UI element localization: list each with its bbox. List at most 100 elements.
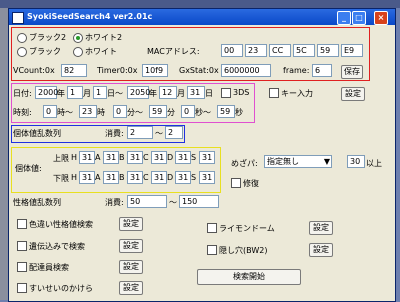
start-month-input[interactable]: 1 xyxy=(67,86,83,99)
close-button[interactable]: × xyxy=(374,11,388,25)
comet-shard-settings-button[interactable]: 設定 xyxy=(119,281,143,295)
hour-unit-1: 時～ xyxy=(57,108,73,117)
day-unit-2: 日 xyxy=(205,89,213,98)
start-day-input[interactable]: 1 xyxy=(93,86,107,99)
hidden-power-min[interactable]: 30 xyxy=(347,155,365,168)
start-year-input[interactable]: 2000 xyxy=(35,86,58,99)
iv-consume-to[interactable]: 2 xyxy=(165,126,183,139)
delivery-checkbox[interactable] xyxy=(17,262,27,272)
pid-consume-from[interactable]: 50 xyxy=(127,195,167,208)
end-year-input[interactable]: 2050 xyxy=(127,86,150,99)
iv-lower-input-b[interactable]: 31 xyxy=(127,171,143,184)
iv-upper-stat-label-b: B xyxy=(119,153,125,162)
inheritance-settings-button[interactable]: 設定 xyxy=(119,239,143,253)
minute-unit-1: 分～ xyxy=(127,108,143,117)
iv-upper-stat-label-d: D xyxy=(167,153,174,162)
end-minute-input[interactable]: 59 xyxy=(149,105,167,118)
repair-checkbox[interactable] xyxy=(231,178,241,188)
radio-white[interactable] xyxy=(73,47,83,57)
start-minute-input[interactable]: 0 xyxy=(113,105,127,118)
timer0-input[interactable]: 10f9 xyxy=(142,64,168,77)
iv-upper-input-h[interactable]: 31 xyxy=(79,151,95,164)
frame-input[interactable]: 6 xyxy=(312,64,332,77)
iv-upper-stat-label-c: C xyxy=(143,153,149,162)
pid-consume-to[interactable]: 150 xyxy=(179,195,219,208)
iv-upper-input-b[interactable]: 31 xyxy=(127,151,143,164)
iv-label: 個体値: xyxy=(15,164,42,173)
radio-white2[interactable] xyxy=(73,33,83,43)
iv-lower-input-s[interactable]: 31 xyxy=(199,171,215,184)
iv-upper-input-c[interactable]: 31 xyxy=(151,151,167,164)
mac-field-3[interactable]: CC xyxy=(269,44,291,57)
shiny-search-settings-button[interactable]: 設定 xyxy=(119,217,143,231)
iv-lower-input-c[interactable]: 31 xyxy=(151,171,167,184)
start-hour-input[interactable]: 0 xyxy=(43,105,57,118)
start-second-input[interactable]: 0 xyxy=(181,105,195,118)
3ds-checkbox[interactable] xyxy=(221,88,231,98)
hidden-hollow-checkbox[interactable] xyxy=(207,245,217,255)
iv-consume-from[interactable]: 2 xyxy=(127,126,153,139)
key-input-checkbox[interactable] xyxy=(269,88,279,98)
app-window: SyokiSeedSearch4 ver2.01c _ □ × ブラック 2 ホワ… xyxy=(8,8,396,302)
mac-field-5[interactable]: 59 xyxy=(317,44,339,57)
hidden-power-value: 指定無し xyxy=(267,157,299,166)
iv-upper-stat-label-s: S xyxy=(191,153,197,162)
search-start-button[interactable]: 検索開始 xyxy=(197,269,301,285)
maximize-button[interactable]: □ xyxy=(352,11,366,25)
iv-lower-stat-label-s: S xyxy=(191,173,197,182)
iv-consume-tilde: ～ xyxy=(155,129,163,138)
vcount-input[interactable]: 82 xyxy=(61,64,87,77)
iv-lower-input-h[interactable]: 31 xyxy=(79,171,95,184)
window-title: SyokiSeedSearch4 ver2.01c xyxy=(27,12,153,21)
save-button[interactable]: 保存 xyxy=(341,65,363,79)
mac-field-4[interactable]: 5C xyxy=(293,44,315,57)
date-label: 日付: xyxy=(13,89,32,98)
comet-shard-checkbox[interactable] xyxy=(17,283,27,293)
pid-consume-label: 消費: xyxy=(105,198,124,207)
delivery-settings-button[interactable]: 設定 xyxy=(119,260,143,274)
radio-white-label: ホワイト xyxy=(85,47,117,56)
minimize-button[interactable]: _ xyxy=(337,11,351,25)
hidden-power-select[interactable]: 指定無し ▼ xyxy=(264,155,332,168)
iv-sequence-label: 個体値乱数列 xyxy=(13,129,61,138)
vcount-label: VCount:0x xyxy=(13,66,55,75)
iv-consume-label: 消費: xyxy=(105,129,124,138)
iv-upper-stat-label-a: A xyxy=(95,153,101,162)
end-hour-input[interactable]: 23 xyxy=(79,105,97,118)
join-avenue-checkbox[interactable] xyxy=(207,223,217,233)
gxstat-input[interactable]: 6000000 xyxy=(221,64,271,77)
month-unit-1: 月 xyxy=(83,89,91,98)
second-unit-2: 秒 xyxy=(235,108,243,117)
radio-black2[interactable] xyxy=(17,33,27,43)
shiny-search-checkbox[interactable] xyxy=(17,219,27,229)
radio-white2-label: ホワイト2 xyxy=(85,33,123,42)
gxstat-label: GxStat:0x xyxy=(179,66,219,75)
join-avenue-settings-button[interactable]: 設定 xyxy=(309,221,333,235)
iv-upper-input-a[interactable]: 31 xyxy=(103,151,119,164)
radio-black[interactable] xyxy=(17,47,27,57)
end-second-input[interactable]: 59 xyxy=(217,105,235,118)
pid-sequence-label: 性格値乱数列 xyxy=(13,198,61,207)
date-tilde: ～ xyxy=(115,89,123,98)
iv-lower-input-a[interactable]: 31 xyxy=(103,171,119,184)
iv-lower-input-d[interactable]: 31 xyxy=(175,171,191,184)
mac-field-6[interactable]: E9 xyxy=(341,44,363,57)
inheritance-checkbox[interactable] xyxy=(17,241,27,251)
end-month-input[interactable]: 12 xyxy=(159,86,177,99)
chevron-down-icon: ▼ xyxy=(323,157,330,166)
mac-field-1[interactable]: 00 xyxy=(221,44,243,57)
hidden-power-suffix: 以上 xyxy=(366,159,382,168)
mac-field-2[interactable]: 23 xyxy=(245,44,267,57)
iv-upper-input-d[interactable]: 31 xyxy=(175,151,191,164)
repair-label: 修復 xyxy=(243,179,259,188)
key-settings-button[interactable]: 設定 xyxy=(341,87,365,101)
hidden-hollow-settings-button[interactable]: 設定 xyxy=(309,243,333,257)
radio-black-label: ブラック xyxy=(29,47,61,56)
hidden-power-min-value: 30 xyxy=(350,157,361,166)
title-bar[interactable]: SyokiSeedSearch4 ver2.01c _ □ × xyxy=(9,9,395,25)
end-day-input[interactable]: 31 xyxy=(187,86,205,99)
iv-lower-stat-label-a: A xyxy=(95,173,101,182)
iv-upper-stat-label-h: H xyxy=(71,153,78,162)
hidden-power-label: めざパ: xyxy=(231,159,258,168)
iv-upper-input-s[interactable]: 31 xyxy=(199,151,215,164)
